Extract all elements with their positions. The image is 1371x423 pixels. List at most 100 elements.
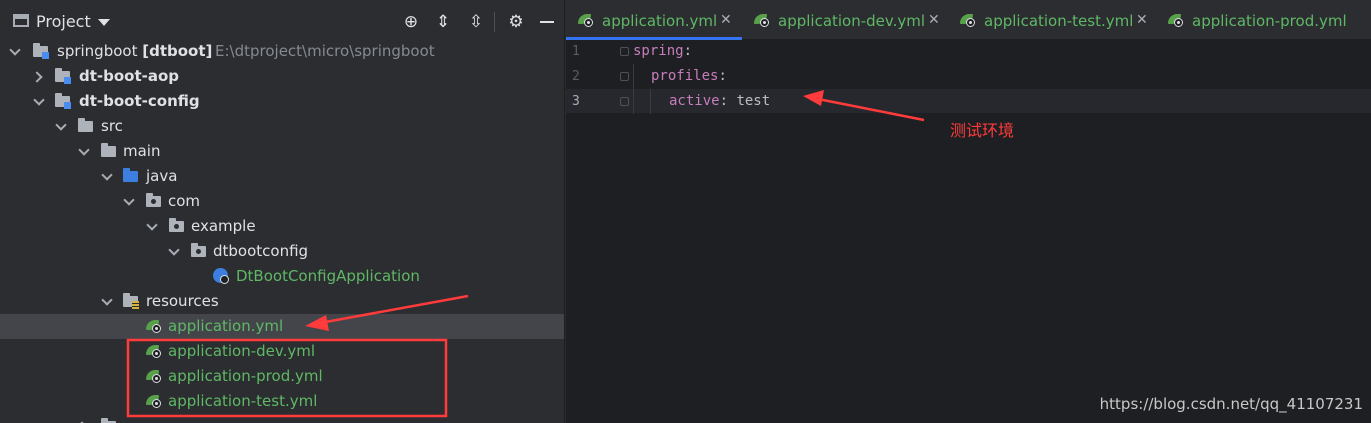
spring-yml-icon (960, 13, 975, 27)
tree-label-com: com (168, 192, 201, 210)
code-line-3[interactable]: active: test (669, 93, 770, 109)
tab-label: application-test.yml (984, 12, 1134, 30)
tree-row-dt-boot-config[interactable]: dt-boot-config (0, 89, 564, 114)
fold-marker-icon[interactable] (620, 47, 629, 56)
tree-row-springboot[interactable]: springboot [dtboot] E:\dtproject\micro\s… (0, 39, 564, 64)
tab-label: application-dev.yml (778, 12, 926, 30)
yaml-key: spring (633, 43, 684, 59)
panel-window-icon (13, 14, 29, 27)
yaml-colon: : (719, 93, 737, 109)
tree-row-dtbootconfig[interactable]: dtbootconfig (0, 239, 564, 264)
panel-title[interactable]: Project (36, 12, 91, 31)
chevron-down-icon[interactable] (100, 294, 114, 308)
tree-label-file: application.yml (168, 317, 284, 335)
tab-application-test-yml[interactable]: application-test.yml ✕ (948, 0, 1156, 40)
chevron-down-icon[interactable] (167, 244, 181, 258)
tree-row-com[interactable]: com (0, 189, 564, 214)
resources-folder-icon (122, 293, 140, 309)
tree-label-root: springboot [dtboot] (57, 42, 212, 61)
tab-application-yml[interactable]: application.yml ✕ (566, 0, 742, 40)
tree-label-file: application-dev.yml (168, 342, 316, 360)
folder-icon (100, 143, 118, 159)
yaml-value: test (736, 93, 771, 109)
module-folder-icon (54, 68, 72, 84)
tree-label-src: src (101, 117, 123, 135)
spring-yml-icon (145, 343, 163, 359)
tab-application-prod-yml[interactable]: application-prod.yml (1156, 0, 1371, 40)
module-folder-icon (54, 93, 72, 109)
package-icon (145, 193, 163, 209)
tree-row-resources[interactable]: resources (0, 289, 564, 314)
tree-row-application-yml[interactable]: application.yml (0, 314, 564, 339)
spring-yml-icon (145, 393, 163, 409)
fold-marker-icon[interactable] (620, 72, 629, 81)
chevron-down-icon[interactable] (145, 219, 159, 233)
spring-yml-icon (754, 13, 769, 27)
chevron-down-icon[interactable] (54, 119, 68, 133)
yaml-colon: : (683, 43, 693, 59)
minimize-icon[interactable] (540, 21, 554, 23)
tree-row-example[interactable]: example (0, 214, 564, 239)
tree-row-application-dev-yml[interactable]: application-dev.yml (0, 339, 564, 364)
tree-root-path: E:\dtproject\micro\springboot (215, 42, 435, 60)
tree-row-src[interactable]: src (0, 114, 564, 139)
tree-row-partial[interactable] (0, 414, 564, 423)
chevron-down-icon[interactable] (100, 169, 114, 183)
fold-marker-icon[interactable] (620, 97, 629, 106)
tree-label-file: application-prod.yml (168, 367, 323, 385)
editor-area: application.yml ✕ application-dev.yml ✕ … (566, 0, 1371, 423)
expand-all-icon[interactable]: ⇕ (432, 12, 454, 32)
tree-scrollbar[interactable] (552, 44, 558, 423)
chevron-down-icon[interactable] (8, 44, 22, 58)
tree-row-dt-boot-aop[interactable]: dt-boot-aop (0, 64, 564, 89)
tab-application-dev-yml[interactable]: application-dev.yml ✕ (742, 0, 948, 40)
line-number: 3 (572, 94, 580, 109)
tree-label-java: java (146, 167, 178, 185)
yaml-key: active (669, 93, 720, 109)
package-icon (168, 218, 186, 234)
chevron-right-icon[interactable] (32, 69, 46, 83)
folder-icon (77, 118, 95, 134)
tree-label-aop: dt-boot-aop (79, 67, 180, 85)
yaml-key: profiles (651, 68, 719, 84)
tree-label-resources: resources (146, 292, 219, 310)
module-folder-icon (32, 43, 50, 59)
code-line-1[interactable]: spring: (633, 43, 692, 59)
source-folder-icon (122, 168, 140, 184)
tab-label: application.yml (602, 12, 718, 30)
chevron-down-icon[interactable] (98, 19, 110, 26)
line-number: 2 (572, 69, 580, 84)
close-icon[interactable]: ✕ (1136, 12, 1148, 28)
tree-row-main[interactable]: main (0, 139, 564, 164)
indent-guide (650, 89, 651, 114)
chevron-right-icon[interactable] (77, 419, 91, 423)
tree-label-file: application-test.yml (168, 392, 318, 410)
project-panel: Project ⊕ ⇕ ⇳ ⚙ springboot [dtboot] E:\d… (0, 0, 565, 423)
tree-label-app-class: DtBootConfigApplication (236, 267, 420, 285)
spring-yml-icon (145, 318, 163, 334)
chevron-down-icon[interactable] (122, 194, 136, 208)
divider (494, 12, 495, 32)
annotation-env-label: 测试环境 (950, 121, 1015, 140)
line-number: 1 (572, 44, 580, 59)
close-icon[interactable]: ✕ (928, 12, 940, 28)
tree-row-app-class[interactable]: DtBootConfigApplication (0, 264, 564, 289)
tab-label: application-prod.yml (1192, 12, 1347, 30)
tree-label-main: main (123, 142, 161, 160)
package-icon (190, 243, 208, 259)
yaml-colon: : (718, 68, 727, 84)
root-name: springboot [dtboot] (57, 42, 213, 60)
close-icon[interactable]: ✕ (720, 12, 732, 28)
project-panel-header: Project ⊕ ⇕ ⇳ ⚙ (0, 0, 564, 44)
chevron-down-icon[interactable] (77, 144, 91, 158)
tree-label-dtbootconfig: dtbootconfig (213, 242, 309, 260)
watermark: https://blog.csdn.net/qq_41107231 (1099, 395, 1363, 413)
tree-row-java[interactable]: java (0, 164, 564, 189)
code-line-2[interactable]: profiles: (651, 68, 727, 84)
locate-icon[interactable]: ⊕ (400, 12, 422, 32)
gear-icon[interactable]: ⚙ (505, 12, 527, 32)
tree-row-application-test-yml[interactable]: application-test.yml (0, 389, 564, 414)
chevron-down-icon[interactable] (32, 94, 46, 108)
collapse-all-icon[interactable]: ⇳ (465, 12, 487, 32)
tree-row-application-prod-yml[interactable]: application-prod.yml (0, 364, 564, 389)
